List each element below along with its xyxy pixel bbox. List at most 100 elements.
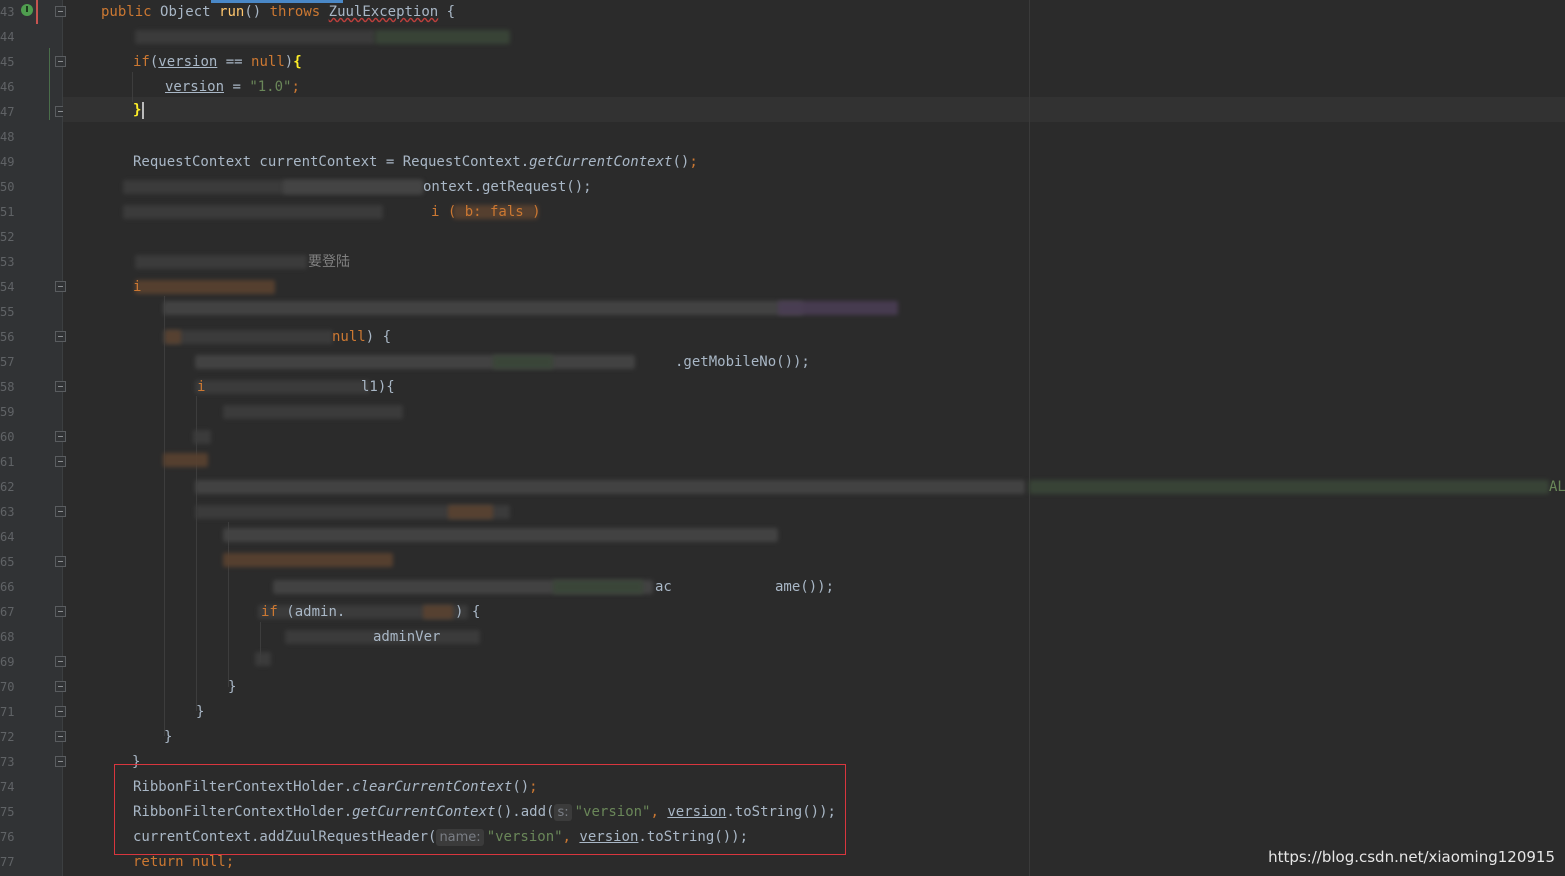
method-name: getCurrentContext [529,154,673,170]
line-number: 50 [0,180,15,194]
code-line-57[interactable]: .getMobileNo()); [675,350,810,375]
keyword: return [133,854,184,870]
string-literal: AL [1549,479,1565,495]
line-number: 46 [0,80,15,94]
code-line-45[interactable]: if(version == null){ [133,50,302,75]
line-number: 54 [0,280,15,294]
token: RequestContext currentContext = RequestC… [133,154,530,170]
line-number: 77 [0,855,15,869]
code-line-49[interactable]: RequestContext currentContext = RequestC… [133,150,698,175]
token: } [196,704,205,720]
token: = [224,79,250,95]
code-line-56[interactable]: null) { [332,325,391,350]
code-line-43[interactable]: public Object run() throws ZuulException… [101,0,455,25]
line-number: 53 [0,255,15,269]
line-number: 59 [0,405,15,419]
token: (admin. [286,604,346,620]
token: ontext.getRequest(); [423,179,592,195]
line-number: 72 [0,730,15,744]
line-number: 43 [0,5,15,19]
code-line-67-tail[interactable]: ) { [455,600,480,625]
matched-brace: { [293,54,302,70]
token: l1){ [361,379,395,395]
token: { [446,4,456,20]
token: () [244,4,262,20]
code-line-62[interactable]: AL [1549,475,1565,500]
token: ac [655,579,672,595]
token: } [164,729,173,745]
code-line-46[interactable]: version = "1.0"; [165,75,300,100]
matched-brace: } [133,102,142,118]
code-line-47[interactable]: } [133,98,145,123]
line-number-gutter[interactable]: 43 44 45 46 47 48 49 50 51 52 53 54 55 56 57 58 59 60 61 62… [0,0,66,876]
field-ref: version [158,54,218,70]
keyword: throws [269,4,321,20]
keyword: if [261,604,278,620]
code-line-70[interactable]: } [228,675,236,700]
code-line-66[interactable]: ac [655,575,672,600]
line-number: 49 [0,155,15,169]
code-line-66-tail[interactable]: ame()); [775,575,834,600]
line-number: 64 [0,530,15,544]
line-number: 55 [0,305,15,319]
line-number: 76 [0,830,15,844]
line-number: 48 [0,130,15,144]
line-number: 71 [0,705,15,719]
change-marker [36,0,38,24]
code-line-68[interactable]: adminVer [373,625,440,650]
code-line-54[interactable]: i [133,275,141,300]
keyword: i [133,279,142,295]
line-number: 63 [0,505,15,519]
line-number: 44 [0,30,15,44]
line-number: 75 [0,805,15,819]
token: ) { [365,329,392,345]
code-line-72[interactable]: } [164,725,172,750]
token: == [217,54,252,70]
token: } [228,679,237,695]
change-marker [49,48,50,120]
line-number: 57 [0,355,15,369]
code-editor[interactable]: public Object run() throws ZuulException… [63,0,1565,876]
exception-type: ZuulException [328,4,439,20]
code-line-67[interactable]: if (admin. [261,600,345,625]
code-line-71[interactable]: } [196,700,204,725]
override-method-icon[interactable] [21,4,33,16]
line-number: 56 [0,330,15,344]
line-number: 65 [0,555,15,569]
code-line-58[interactable]: i [197,375,205,400]
line-number: 67 [0,605,15,619]
line-number: 66 [0,580,15,594]
line-number: 58 [0,380,15,394]
line-number: 61 [0,455,15,469]
code-line-50[interactable]: ontext.getRequest(); [423,175,592,200]
text-caret [142,101,145,119]
line-number: 45 [0,55,15,69]
token: ; [225,854,235,870]
keyword: null [192,854,226,870]
current-line-highlight [63,97,1565,122]
indent-guide [228,522,229,687]
right-margin-guide [1029,0,1030,876]
token: i ( b: fals ) [431,204,541,220]
line-number: 68 [0,630,15,644]
line-number: 62 [0,480,15,494]
keyword: i [197,379,206,395]
code-line-51[interactable]: i ( b: fals ) [431,200,541,225]
token: adminVer [373,629,441,645]
line-number: 70 [0,680,15,694]
line-number: 52 [0,230,15,244]
line-number: 47 [0,105,15,119]
token: .getMobileNo()); [675,354,810,370]
token: ame()); [775,579,835,595]
field-ref: version [165,79,225,95]
line-number: 51 [0,205,15,219]
keyword: if [133,54,150,70]
annotation-highlight-box [114,764,846,855]
keyword: null [332,329,366,345]
indent-guide [164,296,165,736]
code-line-53[interactable]: 要登陆 [308,250,350,275]
line-number: 73 [0,755,15,769]
line-number: 60 [0,430,15,444]
code-line-58-tail[interactable]: l1){ [361,375,395,400]
token: ) [284,54,294,70]
